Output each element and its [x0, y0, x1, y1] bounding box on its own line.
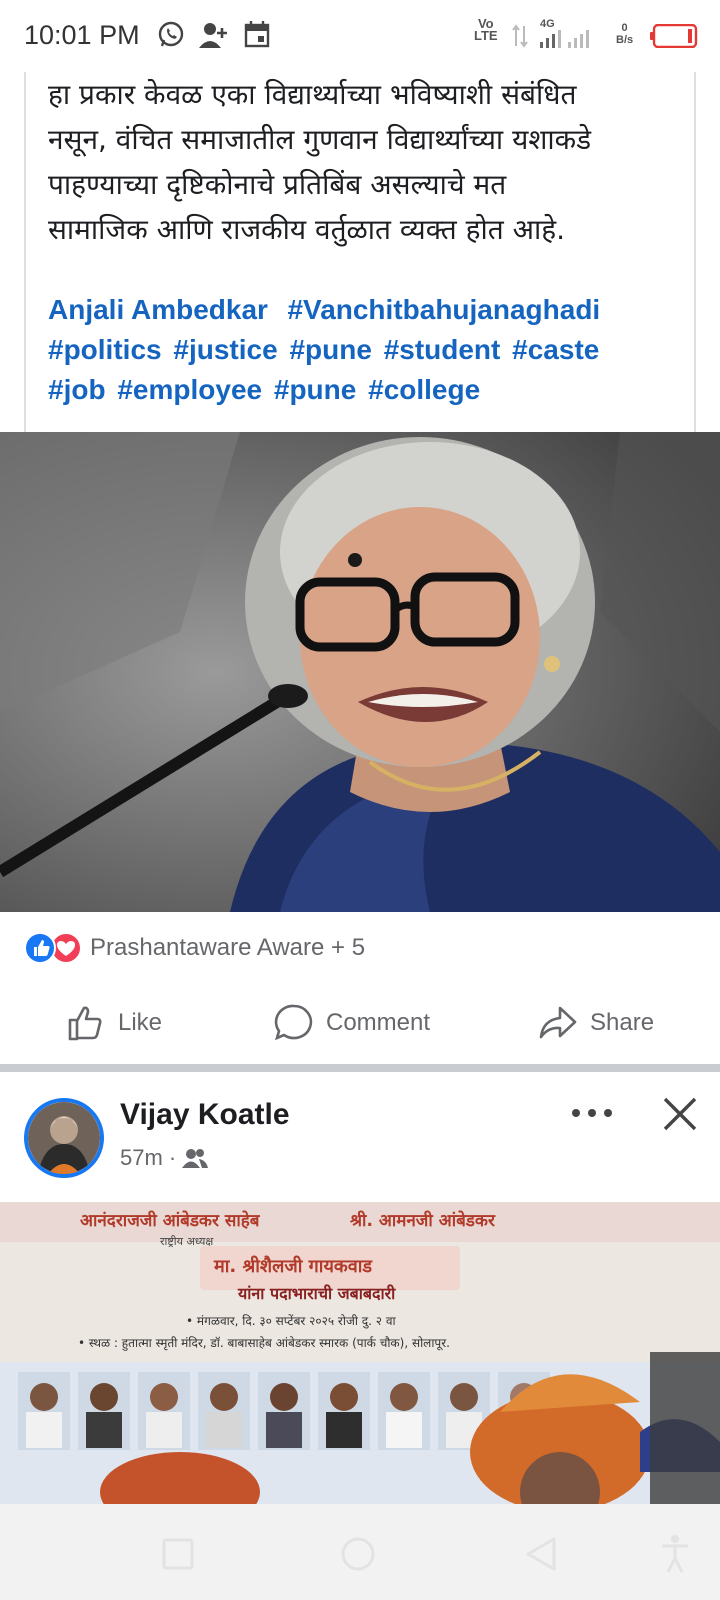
- reaction-names: Prashantaware Aware + 5: [90, 934, 366, 961]
- comment-bubble-icon: [274, 1004, 313, 1041]
- hashtag-block: Anjali Ambedkar #Vanchitbahujanaghadi #p…: [48, 290, 698, 410]
- post-text-line: पाहण्याच्या दृष्टिकोनाचे प्रतिबिंब असल्य…: [48, 168, 507, 201]
- hashtag-job[interactable]: #job: [48, 374, 106, 405]
- hashtag-employee[interactable]: #employee: [117, 374, 262, 405]
- post-photo[interactable]: [0, 432, 720, 912]
- banner-line-4: यांना पदाभाराची जबाबदारी: [238, 1284, 396, 1303]
- post-text-line: हा प्रकार केवळ एका विद्यार्थ्याच्या भविष…: [48, 78, 577, 111]
- reaction-summary[interactable]: Prashantaware Aware + 5: [24, 930, 365, 966]
- post-text: हा प्रकार केवळ एका विद्यार्थ्याच्या भविष…: [48, 72, 688, 252]
- share-button[interactable]: Share: [538, 990, 654, 1056]
- hashtag-line: Anjali Ambedkar #Vanchitbahujanaghadi: [48, 290, 698, 330]
- hashtag-line: #politics #justice #pune #student #caste: [48, 330, 698, 370]
- hashtag-justice[interactable]: #justice: [173, 334, 277, 365]
- whatsapp-icon: [158, 21, 184, 47]
- hashtag-politics[interactable]: #politics: [48, 334, 162, 365]
- author-name[interactable]: Vijay Koatle: [120, 1098, 290, 1132]
- thumbs-up-icon: [68, 1006, 102, 1041]
- volte-indicator: Vo LTE: [474, 17, 498, 43]
- add-contact-icon: [199, 23, 227, 48]
- friends-audience-icon: [182, 1149, 209, 1168]
- battery-low-icon: [650, 24, 698, 48]
- author-avatar[interactable]: [24, 1098, 104, 1178]
- calendar-icon: [244, 21, 270, 48]
- banner-line-1: आनंदराजजी आंबेडकर साहेब: [80, 1211, 260, 1231]
- system-navigation-bar: [0, 1504, 720, 1600]
- hashtag-student[interactable]: #student: [384, 334, 501, 365]
- recents-square-icon[interactable]: [162, 1538, 194, 1570]
- more-options-icon[interactable]: [570, 1098, 614, 1128]
- banner-line-1b: श्री. आमनजी आंबेडकर: [350, 1211, 495, 1231]
- post-text-line: सामाजिक आणि राजकीय वर्तुळात व्यक्त होत आ…: [48, 213, 565, 246]
- banner-line-3: मा. श्रीशैलजी गायकवाड: [214, 1256, 373, 1277]
- share-label: Share: [590, 1009, 655, 1036]
- event-banner-illustration: [0, 1202, 720, 1504]
- hashtag-pune[interactable]: #pune: [274, 374, 356, 405]
- accessibility-icon[interactable]: [660, 1534, 690, 1574]
- post-time: 57m ·: [120, 1145, 177, 1170]
- banner-line-2: राष्ट्रीय अध्यक्ष: [160, 1235, 214, 1248]
- hashtag-pune[interactable]: #pune: [289, 334, 371, 365]
- banner-line-5: • मंगळवार, दि. ३० सप्टेंबर २०२५ रोजी दु.…: [186, 1314, 396, 1328]
- post-divider: [0, 1064, 720, 1072]
- hashtag-caste[interactable]: #caste: [512, 334, 599, 365]
- post-text-line: नसून, वंचित समाजातील गुणवान विद्यार्थ्या…: [48, 123, 592, 156]
- net-speed-value: 0: [621, 22, 628, 34]
- net-speed: 0 B/s: [616, 22, 633, 46]
- hashtag-line: #job #employee #pune #college: [48, 370, 698, 410]
- back-triangle-icon[interactable]: [524, 1536, 558, 1572]
- comment-label: Comment: [326, 1009, 431, 1036]
- home-circle-icon[interactable]: [340, 1536, 376, 1572]
- like-button[interactable]: Like: [66, 990, 162, 1056]
- comment-button[interactable]: Comment: [274, 990, 430, 1056]
- volte-bottom: LTE: [474, 28, 498, 43]
- close-icon[interactable]: [660, 1094, 700, 1134]
- banner-line-6: • स्थळ : हुतात्मा स्मृती मंदिर, डॉ. बाबा…: [78, 1336, 450, 1350]
- data-arrows-icon: [512, 24, 528, 48]
- net-speed-unit: B/s: [616, 34, 634, 46]
- post-action-bar: Like Comment Share: [0, 990, 720, 1056]
- status-bar: 10:01 PM Vo LTE 4G 0 B/s: [0, 0, 720, 72]
- tag-anjali-ambedkar[interactable]: Anjali Ambedkar: [48, 294, 268, 325]
- like-reaction-icon: [24, 932, 56, 964]
- share-arrow-icon: [539, 1006, 577, 1039]
- hashtag-vanchitbahujanaghadi[interactable]: #Vanchitbahujanaghadi: [287, 294, 600, 325]
- like-label: Like: [118, 1009, 163, 1036]
- speaker-photo-illustration: [0, 432, 720, 912]
- signal-icon: [540, 30, 589, 48]
- hashtag-college[interactable]: #college: [368, 374, 480, 405]
- event-banner-photo[interactable]: आनंदराजजी आंबेडकर साहेब श्री. आमनजी आंबे…: [0, 1202, 720, 1504]
- status-time: 10:01 PM: [24, 20, 140, 50]
- post-meta: 57m ·: [120, 1145, 209, 1171]
